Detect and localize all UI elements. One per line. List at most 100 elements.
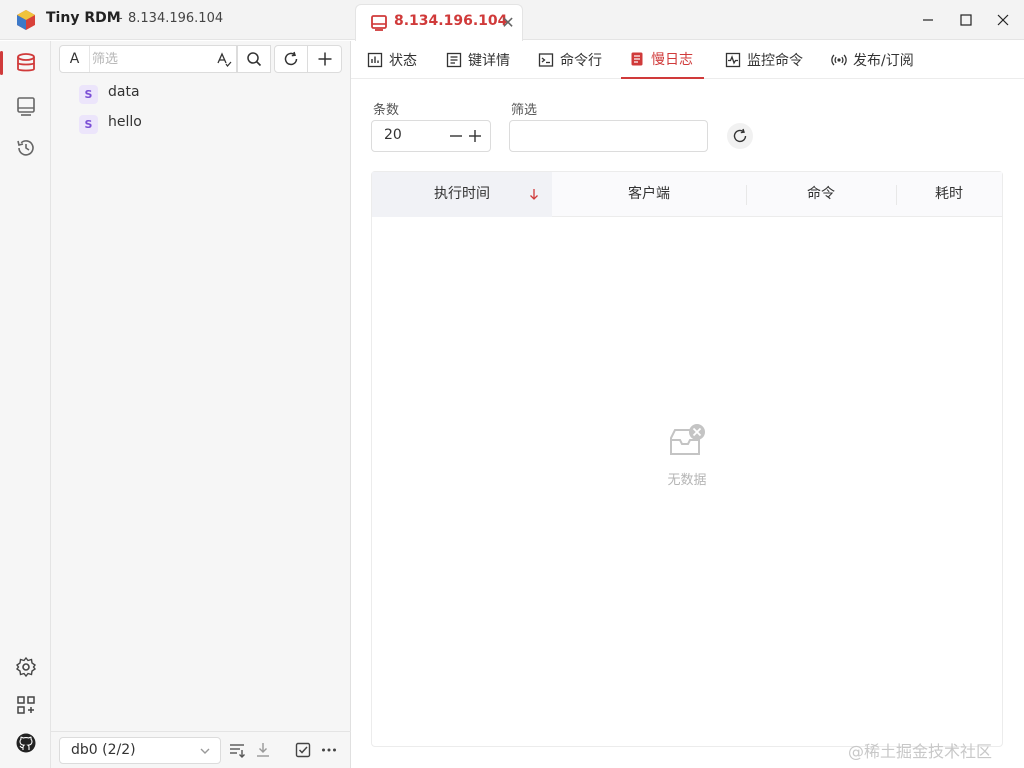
server-subtabs: 状态 键详情 命令行 慢日志 监控命令 发布/订阅: [351, 41, 1024, 79]
tab-key-detail[interactable]: 键详情: [438, 41, 518, 79]
batch-select-button[interactable]: [291, 739, 315, 761]
database-select[interactable]: db0 (2/2): [59, 737, 221, 764]
plus-icon: [469, 130, 481, 142]
list-filter-icon: [230, 744, 245, 758]
more-horizontal-icon: [322, 748, 336, 752]
refresh-keys-button[interactable]: [274, 45, 308, 73]
app-title: Tiny RDM: [46, 10, 121, 26]
connection-tab-label: 8.134.196.104: [394, 13, 508, 29]
key-search-bar: A: [59, 45, 343, 73]
tab-slowlog-label: 慢日志: [651, 52, 693, 68]
filter-label: 筛选: [511, 103, 538, 118]
more-options-button[interactable]: [317, 739, 341, 761]
close-window-button[interactable]: [980, 0, 1024, 40]
pulse-icon: [725, 52, 741, 68]
count-stepper[interactable]: 20: [371, 120, 491, 152]
close-icon: [997, 14, 1009, 26]
broadcast-icon: [831, 54, 847, 66]
key-browser-sidebar: A S data: [51, 41, 351, 768]
tab-cli-label: 命令行: [560, 53, 602, 69]
empty-state: 无数据: [372, 422, 1002, 488]
key-name: hello: [108, 114, 142, 130]
gear-icon: [15, 656, 36, 678]
add-key-button[interactable]: [308, 45, 342, 73]
column-client-label: 客户端: [628, 186, 670, 202]
key-name: data: [108, 84, 140, 100]
rail-apps-button[interactable]: [0, 685, 51, 725]
plus-icon: [318, 52, 331, 66]
empty-text: 无数据: [667, 473, 707, 488]
filter-type-button[interactable]: [225, 739, 249, 761]
download-icon: [257, 743, 269, 757]
detail-icon: [446, 52, 462, 68]
search-button[interactable]: [237, 45, 271, 73]
tab-key-detail-label: 键详情: [468, 53, 510, 69]
refresh-icon: [284, 51, 298, 66]
minimize-icon: [923, 19, 933, 21]
tab-pubsub-label: 发布/订阅: [853, 53, 914, 69]
terminal-icon: [538, 53, 554, 67]
title-bar: Tiny RDM - 8.134.196.104 8.134.196.104 ✕: [0, 0, 1024, 41]
connection-tab[interactable]: 8.134.196.104 ✕: [355, 4, 523, 41]
main-panel: 状态 键详情 命令行 慢日志 监控命令 发布/订阅 条数 20 筛选 执行时间 …: [351, 41, 1024, 768]
chevron-down-icon: [200, 748, 210, 754]
load-more-button[interactable]: [251, 739, 275, 761]
title-host: 8.134.196.104: [128, 11, 224, 26]
rail-database-button[interactable]: [0, 43, 51, 83]
sidebar-footer: db0 (2/2): [51, 731, 351, 768]
tab-slowlog[interactable]: 慢日志: [621, 41, 704, 79]
refresh-slowlog-button[interactable]: [727, 123, 753, 149]
search-icon: [247, 52, 262, 67]
column-client[interactable]: 客户端: [552, 172, 746, 217]
rail-github-button[interactable]: [0, 723, 51, 763]
slowlog-table: 执行时间 客户端 命令 耗时 无数据: [371, 171, 1003, 747]
minus-icon: [450, 135, 462, 137]
watermark: @稀土掘金技术社区: [848, 742, 993, 761]
chart-icon: [367, 52, 383, 68]
increment-button[interactable]: [466, 127, 484, 145]
grid-icon: [16, 696, 35, 714]
column-exec-time[interactable]: 执行时间: [372, 172, 552, 217]
tab-close-icon[interactable]: ✕: [498, 13, 518, 33]
column-exec-time-label: 执行时间: [434, 186, 490, 202]
slowlog-filter-field: [509, 120, 708, 152]
column-duration-label: 耗时: [935, 186, 963, 202]
log-icon: [631, 52, 643, 66]
history-icon: [16, 140, 34, 156]
count-label: 条数: [373, 103, 400, 118]
column-command[interactable]: 命令: [746, 172, 896, 217]
slowlog-filter-input[interactable]: [518, 127, 698, 147]
sort-desc-icon: [530, 189, 538, 200]
key-filter-box: A: [59, 45, 237, 73]
github-icon: [16, 733, 35, 753]
empty-inbox-icon: [670, 424, 705, 455]
tab-status[interactable]: 状态: [359, 41, 425, 79]
tab-status-label: 状态: [389, 53, 417, 69]
rail-settings-button[interactable]: [0, 647, 51, 687]
match-case-icon[interactable]: [216, 51, 232, 67]
key-item[interactable]: S hello: [79, 110, 339, 138]
database-icon: [16, 53, 35, 72]
tab-pubsub[interactable]: 发布/订阅: [823, 41, 922, 79]
rail-history-button[interactable]: [0, 128, 51, 168]
filter-type-selector[interactable]: A: [60, 46, 90, 72]
key-item[interactable]: S data: [79, 80, 339, 108]
nav-rail: [0, 41, 51, 768]
key-filter-input[interactable]: [92, 49, 212, 69]
server-icon: [371, 15, 387, 31]
key-type-badge: S: [79, 85, 98, 104]
app-logo-icon: [17, 10, 35, 30]
decrement-button[interactable]: [447, 127, 465, 145]
server-icon: [16, 97, 35, 116]
title-separator: -: [118, 11, 123, 26]
count-value: 20: [384, 127, 402, 143]
refresh-icon: [733, 128, 747, 143]
rail-server-button[interactable]: [0, 86, 51, 126]
tab-cli[interactable]: 命令行: [530, 41, 610, 79]
column-command-label: 命令: [807, 186, 835, 202]
column-duration[interactable]: 耗时: [896, 172, 1002, 217]
tab-monitor[interactable]: 监控命令: [717, 41, 811, 79]
maximize-icon: [960, 14, 972, 26]
database-select-value: db0 (2/2): [71, 742, 136, 758]
key-type-badge: S: [79, 115, 98, 134]
